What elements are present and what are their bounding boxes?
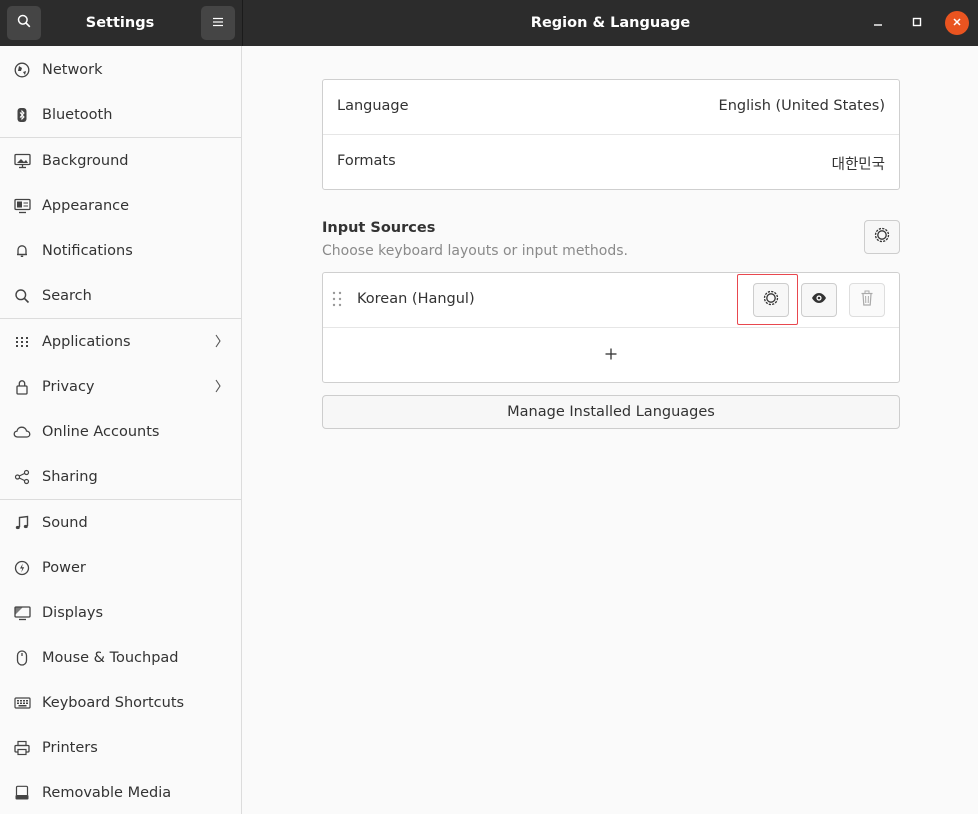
maximize-icon xyxy=(912,15,922,31)
appearance-icon xyxy=(13,197,31,215)
mouse-icon xyxy=(13,649,31,667)
sidebar-item-removable-media[interactable]: Removable Media xyxy=(0,770,241,814)
search-icon xyxy=(13,287,31,305)
lock-icon xyxy=(13,378,31,396)
power-icon xyxy=(13,559,31,577)
sidebar-item-sharing[interactable]: Sharing xyxy=(0,454,241,499)
cloud-icon xyxy=(13,423,31,441)
apps-grid-icon xyxy=(13,333,31,351)
sidebar-item-label: Printers xyxy=(42,739,98,756)
sidebar-title: Settings xyxy=(85,15,155,31)
hamburger-menu-icon xyxy=(212,15,224,31)
input-source-preview-button[interactable] xyxy=(801,283,837,317)
sidebar-item-background[interactable]: Background xyxy=(0,138,241,183)
formats-label: Formats xyxy=(337,153,396,169)
input-sources-title: Input Sources xyxy=(322,220,436,236)
sidebar-item-label: Privacy xyxy=(42,378,95,395)
menu-button[interactable] xyxy=(201,6,235,40)
sidebar-item-label: Power xyxy=(42,559,86,576)
sidebar-item-online-accounts[interactable]: Online Accounts xyxy=(0,409,241,454)
sidebar-item-privacy[interactable]: Privacy xyxy=(0,364,241,409)
sidebar-headerbar: Settings xyxy=(0,0,242,46)
formats-value: 대한민국 xyxy=(831,157,885,173)
plus-icon xyxy=(605,348,617,364)
sidebar-item-sound[interactable]: Sound xyxy=(0,500,241,545)
input-source-row[interactable]: Korean (Hangul) xyxy=(323,273,899,327)
input-sources-list: Korean (Hangul) xyxy=(322,272,900,383)
sidebar-item-label: Removable Media xyxy=(42,784,172,801)
removable-media-icon xyxy=(13,784,31,802)
bluetooth-icon xyxy=(13,106,31,124)
main-headerbar: Region & Language xyxy=(243,0,978,46)
gear-icon xyxy=(763,290,779,310)
sidebar-item-appearance[interactable]: Appearance xyxy=(0,183,241,228)
sidebar-item-label: Bluetooth xyxy=(42,106,113,123)
main-panel: Language English (United States) Formats… xyxy=(243,46,978,814)
sidebar-item-notifications[interactable]: Notifications xyxy=(0,228,241,273)
search-button[interactable] xyxy=(7,6,41,40)
sidebar-item-applications[interactable]: Applications xyxy=(0,319,241,364)
sidebar-item-label: Notifications xyxy=(42,242,133,259)
music-note-icon xyxy=(13,514,31,532)
drag-handle-icon[interactable] xyxy=(332,291,342,311)
input-source-settings-button[interactable] xyxy=(753,283,789,317)
sidebar-item-label: Background xyxy=(42,152,129,169)
sidebar-item-bluetooth[interactable]: Bluetooth xyxy=(0,92,241,137)
trash-icon xyxy=(860,290,874,310)
keyboard-icon xyxy=(13,694,31,712)
chevron-right-icon xyxy=(214,379,222,397)
gear-icon xyxy=(874,227,890,247)
manage-installed-languages-button[interactable]: Manage Installed Languages xyxy=(322,395,900,429)
close-button[interactable] xyxy=(945,11,969,35)
sidebar-item-printers[interactable]: Printers xyxy=(0,725,241,770)
minimize-button[interactable] xyxy=(866,11,890,35)
display-icon xyxy=(13,604,31,622)
sidebar-item-displays[interactable]: Displays xyxy=(0,590,241,635)
sidebar-item-label: Sharing xyxy=(42,468,98,485)
input-source-name: Korean (Hangul) xyxy=(357,291,475,307)
printer-icon xyxy=(13,739,31,757)
chevron-right-icon xyxy=(214,334,222,352)
sidebar-item-keyboard-shortcuts[interactable]: Keyboard Shortcuts xyxy=(0,680,241,725)
sidebar-item-label: Appearance xyxy=(42,197,130,214)
sidebar-item-label: Sound xyxy=(42,514,88,531)
search-icon xyxy=(17,14,31,32)
maximize-button[interactable] xyxy=(905,11,929,35)
sidebar-item-search[interactable]: Search xyxy=(0,273,241,318)
input-sources-subtitle: Choose keyboard layouts or input methods… xyxy=(322,243,628,259)
network-icon xyxy=(13,61,31,79)
close-icon xyxy=(952,15,962,31)
language-formats-card: Language English (United States) Formats… xyxy=(322,79,900,190)
sidebar-item-power[interactable]: Power xyxy=(0,545,241,590)
formats-row[interactable]: Formats 대한민국 xyxy=(323,135,899,190)
sidebar-item-label: Mouse & Touchpad xyxy=(42,649,179,666)
sidebar: Network Bluetooth Background Appearance … xyxy=(0,46,242,814)
language-row[interactable]: Language English (United States) xyxy=(323,80,899,134)
bell-icon xyxy=(13,242,31,260)
eye-icon xyxy=(811,292,827,308)
sidebar-item-mouse-touchpad[interactable]: Mouse & Touchpad xyxy=(0,635,241,680)
minimize-icon xyxy=(873,15,883,31)
background-icon xyxy=(13,152,31,170)
sidebar-item-label: Online Accounts xyxy=(42,423,160,440)
language-label: Language xyxy=(337,98,409,114)
input-sources-options-button[interactable] xyxy=(864,220,900,254)
sidebar-item-label: Search xyxy=(42,287,92,304)
sidebar-item-label: Network xyxy=(42,61,103,78)
share-icon xyxy=(13,468,31,486)
sidebar-item-label: Displays xyxy=(42,604,104,621)
sidebar-item-network[interactable]: Network xyxy=(0,47,241,92)
sidebar-item-label: Applications xyxy=(42,333,131,350)
sidebar-item-label: Keyboard Shortcuts xyxy=(42,694,185,711)
add-input-source-row[interactable] xyxy=(323,328,899,383)
language-value: English (United States) xyxy=(718,98,885,114)
input-source-remove-button[interactable] xyxy=(849,283,885,317)
